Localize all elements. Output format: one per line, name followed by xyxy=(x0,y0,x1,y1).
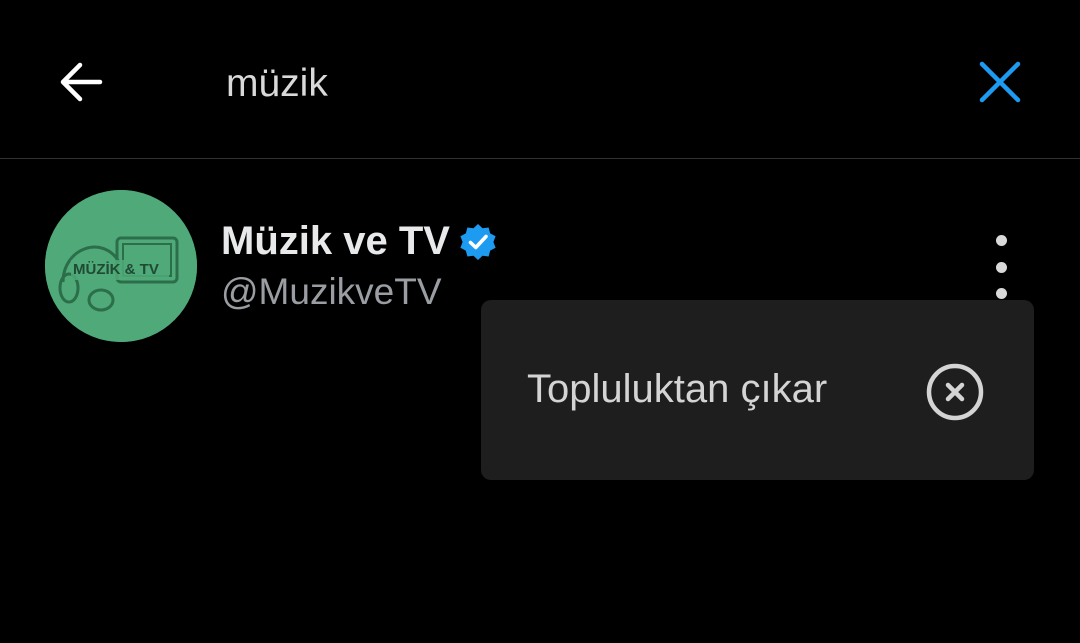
menu-item-leave-community[interactable]: Topluluktan çıkar xyxy=(481,300,1034,480)
more-options-button[interactable] xyxy=(976,235,1026,299)
more-vertical-icon xyxy=(995,235,1007,246)
search-input[interactable] xyxy=(226,56,926,112)
verified-badge-icon xyxy=(460,223,496,260)
search-header xyxy=(0,0,1080,159)
options-popup-menu: Topluluktan çıkar xyxy=(481,300,1034,480)
menu-item-label: Topluluktan çıkar xyxy=(527,367,828,411)
avatar-text: MÜZİK & TV xyxy=(73,261,159,278)
remove-circle-icon xyxy=(926,363,984,421)
display-name: Müzik ve TV xyxy=(221,219,450,263)
display-name-row: Müzik ve TV xyxy=(221,219,498,264)
avatar[interactable]: MÜZİK & TV xyxy=(45,190,197,342)
arrow-left-icon xyxy=(60,62,103,102)
clear-search-button[interactable] xyxy=(964,46,1036,118)
user-handle: @MuzikveTV xyxy=(221,271,442,312)
close-icon xyxy=(979,61,1021,103)
more-vertical-icon-dot xyxy=(995,288,1007,299)
back-button[interactable] xyxy=(44,46,116,118)
more-vertical-icon-dot xyxy=(995,261,1007,273)
